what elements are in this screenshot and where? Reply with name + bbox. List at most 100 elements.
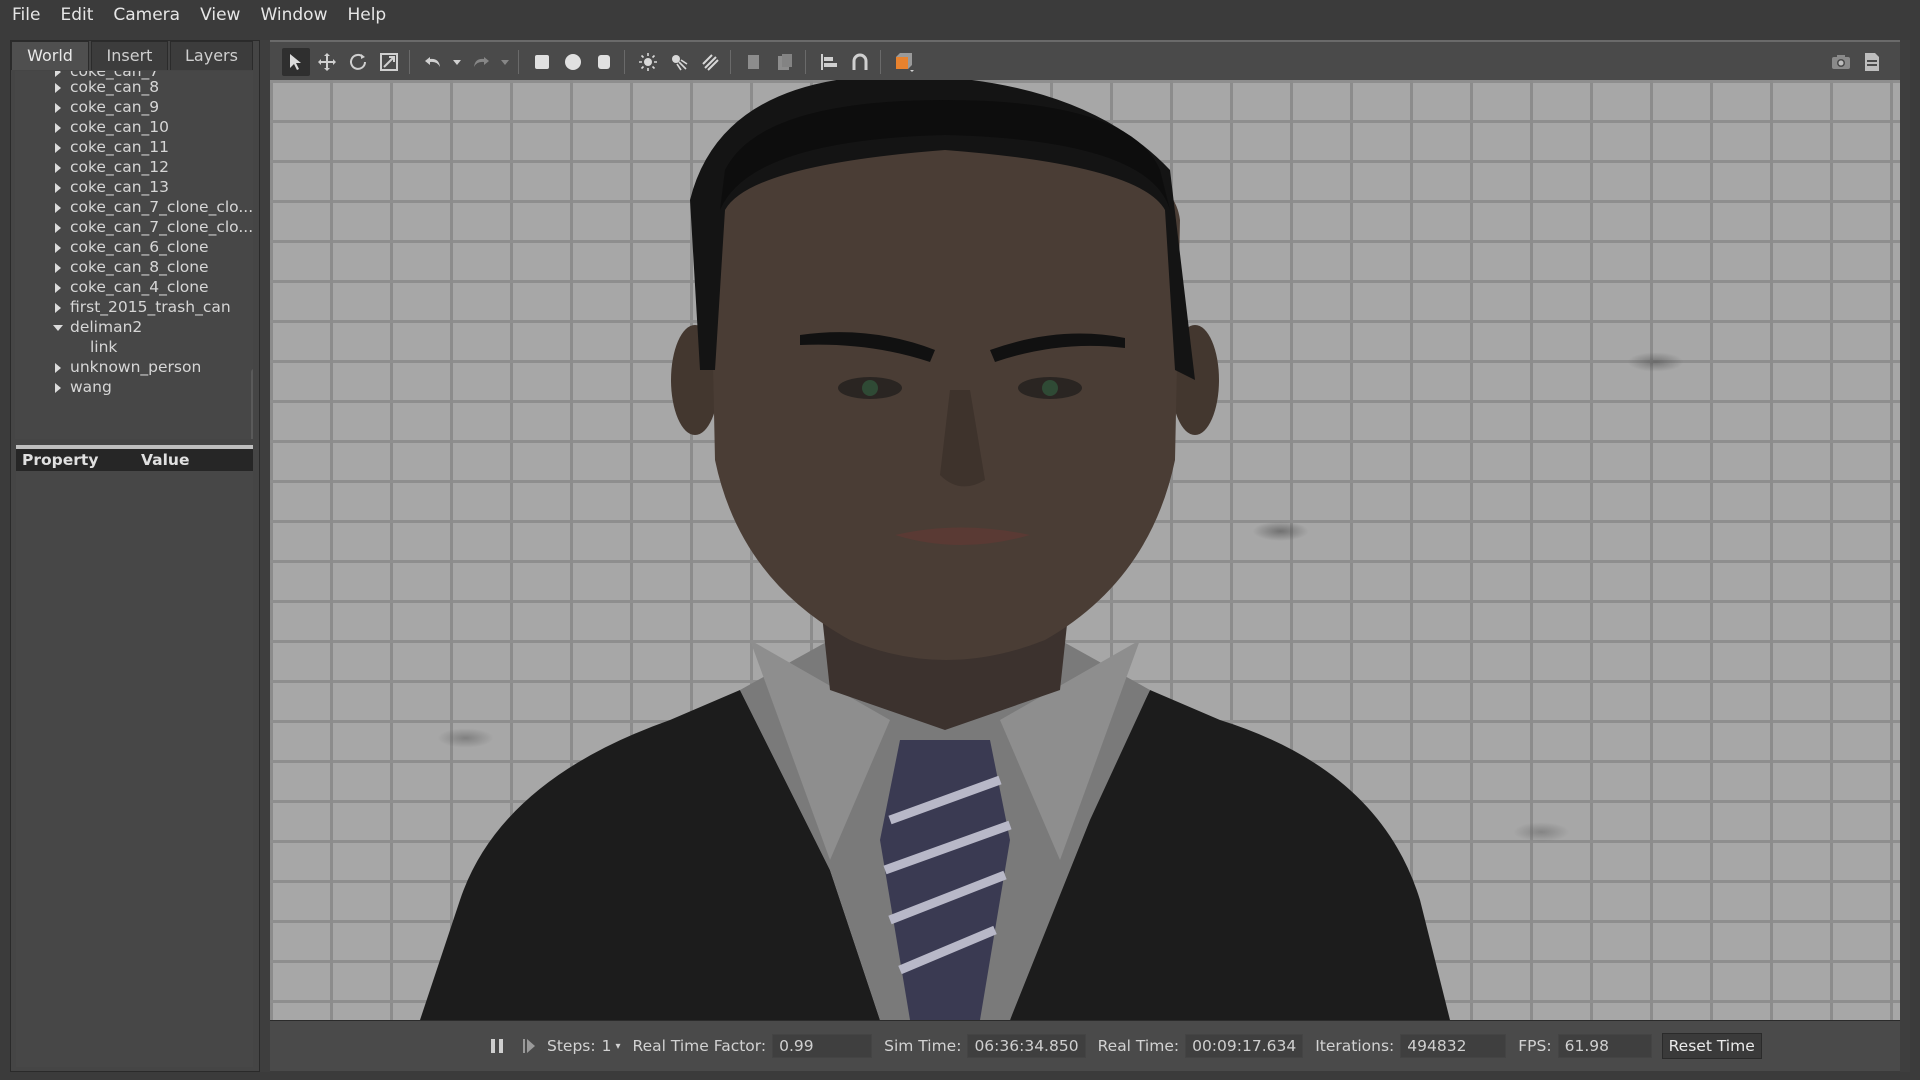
expand-arrow-icon[interactable] <box>55 362 61 373</box>
iterations-label: Iterations: <box>1315 1037 1395 1055</box>
step-icon[interactable] <box>515 1032 543 1060</box>
collapse-arrow-icon[interactable] <box>53 324 63 331</box>
steps-value[interactable]: 1 <box>602 1037 612 1055</box>
expand-arrow-icon[interactable] <box>55 222 61 233</box>
expand-arrow-icon[interactable] <box>55 162 61 173</box>
select-icon[interactable] <box>282 48 310 76</box>
fps-label: FPS: <box>1518 1037 1552 1055</box>
tree-item[interactable]: coke_can_8 <box>15 77 159 97</box>
expand-arrow-icon[interactable] <box>55 282 61 293</box>
tree-item[interactable]: coke_can_4_clone <box>15 277 209 297</box>
tree-item[interactable]: coke_can_6_clone <box>15 237 209 257</box>
expand-arrow-icon[interactable] <box>55 182 61 193</box>
point-light-icon[interactable] <box>634 48 662 76</box>
tree-item[interactable]: coke_can_11 <box>15 137 169 157</box>
reset-time-button[interactable]: Reset Time <box>1661 1033 1762 1059</box>
tree-item[interactable]: coke_can_7_clone_clo... <box>15 217 253 237</box>
tree-item-label: deliman2 <box>70 318 143 336</box>
steps-dropdown-icon[interactable]: ▾ <box>615 1041 620 1052</box>
undo-dropdown-icon[interactable] <box>450 48 464 76</box>
toolbar-separator <box>409 50 410 74</box>
expand-arrow-icon[interactable] <box>55 122 61 133</box>
status-bar: Steps: 1 ▾ Real Time Factor: 0.99 Sim Ti… <box>270 1020 1900 1071</box>
view-angle-icon[interactable] <box>890 48 918 76</box>
tree-item[interactable]: first_2015_trash_can <box>15 297 231 317</box>
left-panel: World Insert Layers coke_can_7 coke_can_… <box>10 40 260 1072</box>
sphere-icon[interactable] <box>559 48 587 76</box>
expand-arrow-icon[interactable] <box>55 262 61 273</box>
toolbar-separator <box>730 50 731 74</box>
expand-arrow-icon[interactable] <box>55 302 61 313</box>
menu-help[interactable]: Help <box>335 5 394 25</box>
menu-file[interactable]: File <box>0 5 48 25</box>
tree-item[interactable]: wang <box>15 377 112 397</box>
toolbar <box>270 40 1900 82</box>
redo-dropdown-icon[interactable] <box>498 48 512 76</box>
property-panel <box>16 471 253 1067</box>
tree-item-label: coke_can_6_clone <box>70 238 209 256</box>
tree-item-label: unknown_person <box>70 358 202 376</box>
expand-arrow-icon[interactable] <box>55 242 61 253</box>
undo-icon[interactable] <box>419 48 447 76</box>
iris-right <box>1042 380 1058 396</box>
align-icon[interactable] <box>815 48 843 76</box>
tab-world[interactable]: World <box>11 41 89 70</box>
toolbar-separator <box>805 50 806 74</box>
tree-item-label: coke_can_12 <box>70 158 170 176</box>
tab-layers[interactable]: Layers <box>170 41 253 70</box>
menu-window[interactable]: Window <box>248 5 335 25</box>
expand-arrow-icon[interactable] <box>55 102 61 113</box>
tree-item[interactable]: unknown_person <box>15 357 201 377</box>
tree-item[interactable]: link <box>15 337 117 357</box>
copy-icon[interactable] <box>740 48 768 76</box>
tree-item[interactable]: coke_can_8_clone <box>15 257 209 277</box>
real-time-label: Real Time: <box>1097 1037 1180 1055</box>
snap-icon[interactable] <box>846 48 874 76</box>
paste-icon[interactable] <box>771 48 799 76</box>
tab-insert[interactable]: Insert <box>91 41 168 70</box>
pause-icon[interactable] <box>483 1032 511 1060</box>
tree-item-label: coke_can_8_clone <box>70 258 209 276</box>
tree-item[interactable]: coke_can_9 <box>15 97 159 117</box>
cylinder-icon[interactable] <box>590 48 618 76</box>
toolbar-right <box>1824 48 1886 76</box>
tree-item[interactable]: coke_can_7_clone_clo... <box>15 197 253 217</box>
tree-item[interactable]: coke_can_13 <box>15 177 169 197</box>
spot-light-icon[interactable] <box>665 48 693 76</box>
redo-icon[interactable] <box>467 48 495 76</box>
scale-icon[interactable] <box>375 48 403 76</box>
property-column-header[interactable]: Property <box>16 451 141 469</box>
rotate-icon[interactable] <box>344 48 372 76</box>
box-icon[interactable] <box>528 48 556 76</box>
menu-view[interactable]: View <box>188 5 248 25</box>
toolbar-separator <box>518 50 519 74</box>
translate-icon[interactable] <box>313 48 341 76</box>
value-column-header[interactable]: Value <box>141 451 189 469</box>
panel-tabs: World Insert Layers <box>11 41 259 71</box>
tree-item[interactable]: coke_can_12 <box>15 157 169 177</box>
tree-item-label: coke_can_4_clone <box>70 278 209 296</box>
tree-item[interactable]: deliman2 <box>15 317 142 337</box>
tree-item-label: first_2015_trash_can <box>70 298 231 316</box>
expand-arrow-icon[interactable] <box>55 71 61 77</box>
expand-arrow-icon[interactable] <box>55 202 61 213</box>
menu-edit[interactable]: Edit <box>48 5 101 25</box>
directional-light-icon[interactable] <box>696 48 724 76</box>
real-time-factor-value: 0.99 <box>772 1034 873 1058</box>
expand-arrow-icon[interactable] <box>55 142 61 153</box>
record-log-icon[interactable] <box>1858 48 1886 76</box>
iris-left <box>862 380 878 396</box>
expand-arrow-icon[interactable] <box>55 82 61 93</box>
scene-viewport[interactable] <box>270 80 1900 1020</box>
steps-label: Steps: <box>547 1037 596 1055</box>
panel-splitter[interactable] <box>259 40 270 1072</box>
screenshot-icon[interactable] <box>1827 48 1855 76</box>
expand-arrow-icon[interactable] <box>55 382 61 393</box>
tree-item-label: coke_can_13 <box>70 178 170 196</box>
model-tree[interactable]: coke_can_7 coke_can_8 coke_can_9 coke_ca… <box>15 71 253 439</box>
tree-item[interactable]: coke_can_10 <box>15 117 169 137</box>
tree-scrollbar[interactable] <box>251 369 253 439</box>
menu-camera[interactable]: Camera <box>101 5 188 25</box>
face <box>710 148 1180 660</box>
toolbar-separator <box>880 50 881 74</box>
